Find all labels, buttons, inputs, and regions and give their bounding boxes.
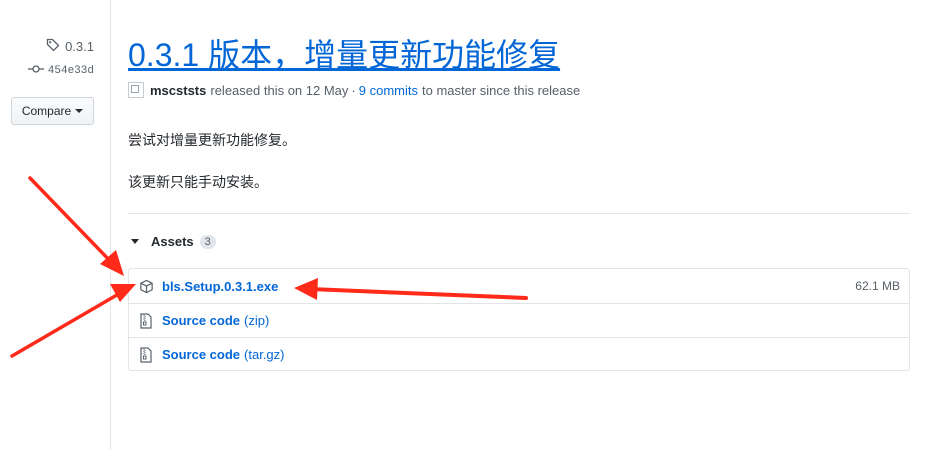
- tag-link[interactable]: 0.3.1: [46, 38, 94, 55]
- triangle-down-icon: [131, 239, 139, 244]
- source-zip-link[interactable]: Source code: [162, 313, 240, 328]
- chevron-down-icon: [75, 109, 84, 113]
- package-icon: [138, 278, 154, 294]
- avatar[interactable]: [128, 82, 144, 98]
- compare-label: Compare: [21, 104, 72, 118]
- asset-row: Source code (tar.gz): [129, 337, 909, 371]
- compare-button[interactable]: Compare: [11, 97, 94, 125]
- release-description-line: 该更新只能手动安装。: [128, 174, 268, 190]
- tag-label: 0.3.1: [65, 39, 94, 54]
- divider: [128, 213, 910, 214]
- file-zip-icon: [138, 346, 154, 363]
- meta-separator: ·: [351, 82, 356, 98]
- asset-row: Source code (zip): [129, 303, 909, 337]
- asset-format: (zip): [244, 313, 270, 328]
- release-title[interactable]: 0.3.1 版本，增量更新功能修复: [128, 30, 560, 76]
- release-description-line: 尝试对增量更新功能修复。: [128, 132, 296, 148]
- release-meta: mscststs released this on 12 May · 9 com…: [128, 82, 580, 98]
- source-targz-link[interactable]: Source code: [162, 347, 240, 362]
- assets-toggle[interactable]: Assets 3: [131, 234, 216, 249]
- file-zip-icon: [138, 312, 154, 329]
- commit-icon: [27, 64, 44, 78]
- author-link[interactable]: mscststs: [150, 83, 206, 98]
- asset-size: 62.1 MB: [855, 279, 900, 293]
- commits-link[interactable]: 9 commits: [359, 83, 418, 98]
- commits-suffix: to master since this release: [421, 82, 581, 98]
- asset-download-link[interactable]: bls.Setup.0.3.1.exe: [162, 279, 278, 294]
- released-text: released this on 12 May: [210, 82, 349, 98]
- asset-format: (tar.gz): [244, 347, 285, 362]
- commit-link[interactable]: 454e33d: [27, 64, 94, 78]
- tag-icon: [46, 38, 60, 55]
- release-sidebar: 0.3.1 454e33d Compare: [0, 0, 111, 450]
- commit-sha: 454e33d: [47, 65, 94, 77]
- asset-row: bls.Setup.0.3.1.exe 62.1 MB: [129, 269, 909, 303]
- assets-count-badge: 3: [199, 234, 216, 249]
- assets-heading: Assets: [151, 234, 194, 249]
- assets-list: bls.Setup.0.3.1.exe 62.1 MB Source code …: [128, 268, 910, 371]
